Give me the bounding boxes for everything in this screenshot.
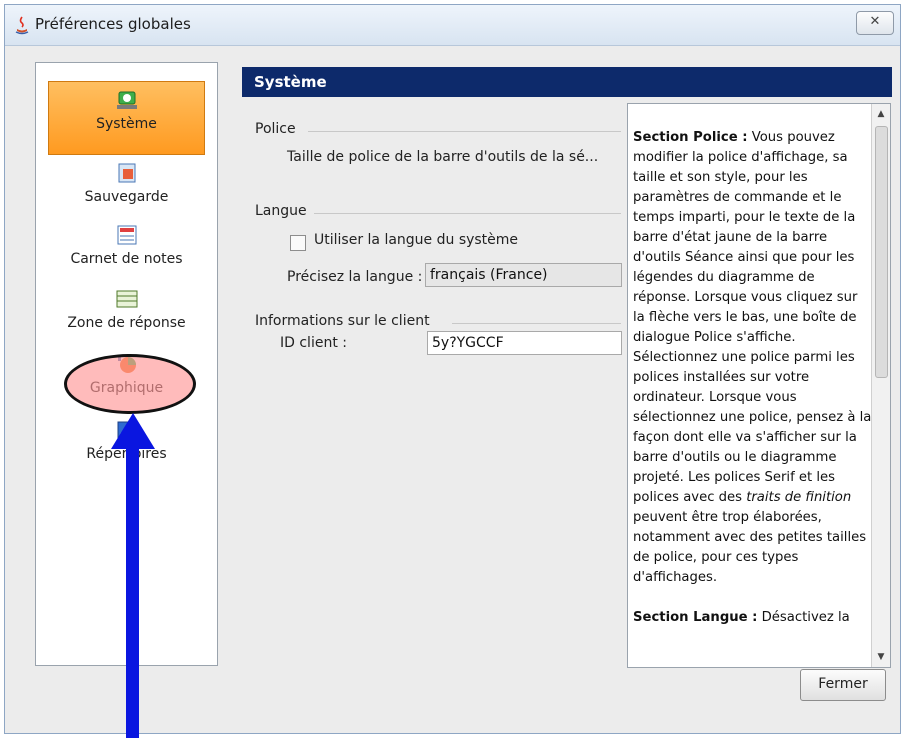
gradebook-icon — [117, 225, 136, 245]
font-size-setting[interactable]: Taille de police de la barre d'outils de… — [287, 149, 598, 165]
scroll-thumb[interactable] — [875, 126, 888, 378]
help-body-2: Désactivez la — [757, 610, 850, 625]
specify-language-label: Précisez la langue : — [287, 269, 423, 285]
client-id-label: ID client : — [280, 335, 347, 351]
help-body-tail: peuvent être trop élaborées, notamment a… — [633, 510, 867, 585]
close-icon: ✕ — [869, 14, 881, 29]
separator — [308, 131, 621, 132]
system-icon — [116, 91, 137, 109]
scroll-down-icon[interactable]: ▼ — [872, 649, 890, 665]
window-close-button[interactable]: ✕ — [856, 11, 894, 35]
content-panel: Système Police Taille de police de la ba… — [242, 67, 892, 668]
use-system-language-label: Utiliser la langue du système — [314, 232, 519, 248]
response-zone-icon — [116, 290, 137, 308]
close-button[interactable]: Fermer — [800, 669, 886, 701]
settings-form: Police Taille de police de la barre d'ou… — [242, 97, 622, 666]
nav-item-save[interactable]: Sauvegarde — [36, 161, 217, 205]
nav-item-gradebook[interactable]: Carnet de notes — [36, 223, 217, 267]
help-body: Vous pouvez modifier la police d'afficha… — [633, 130, 872, 505]
section-title-client: Informations sur le client — [255, 313, 430, 329]
nav-label: Zone de réponse — [67, 315, 186, 331]
client-id-field[interactable]: 5y?YGCCF — [427, 331, 622, 355]
window-title: Préférences globales — [35, 15, 191, 33]
help-text: Section Police : Vous pouvez modifier la… — [633, 128, 873, 628]
help-italic: traits de finition — [746, 490, 852, 505]
separator — [452, 323, 621, 324]
save-icon — [118, 163, 135, 183]
help-heading-police: Section Police : — [633, 130, 748, 145]
language-select[interactable]: français (France) — [425, 263, 622, 287]
scroll-up-icon[interactable]: ▲ — [872, 106, 890, 122]
section-title-police: Police — [255, 121, 296, 137]
help-heading-langue: Section Langue : — [633, 610, 758, 625]
annotation-ellipse — [64, 354, 196, 414]
java-icon — [15, 16, 29, 35]
separator — [314, 213, 621, 214]
nav-label: Carnet de notes — [70, 251, 183, 267]
help-scrollbar[interactable]: ▲ ▼ — [871, 104, 890, 667]
nav-label: Sauvegarde — [84, 189, 169, 205]
annotation-arrow-shaft — [126, 440, 139, 738]
title-bar: Préférences globales ✕ — [5, 5, 900, 46]
nav-item-system[interactable]: Système — [48, 81, 205, 155]
use-system-language-checkbox[interactable] — [290, 235, 306, 251]
help-panel[interactable]: Section Police : Vous pouvez modifier la… — [627, 103, 891, 668]
content-header: Système — [242, 67, 892, 97]
nav-label: Système — [96, 116, 157, 132]
section-title-langue: Langue — [255, 203, 307, 219]
nav-item-response-zone[interactable]: Zone de réponse — [36, 287, 217, 331]
